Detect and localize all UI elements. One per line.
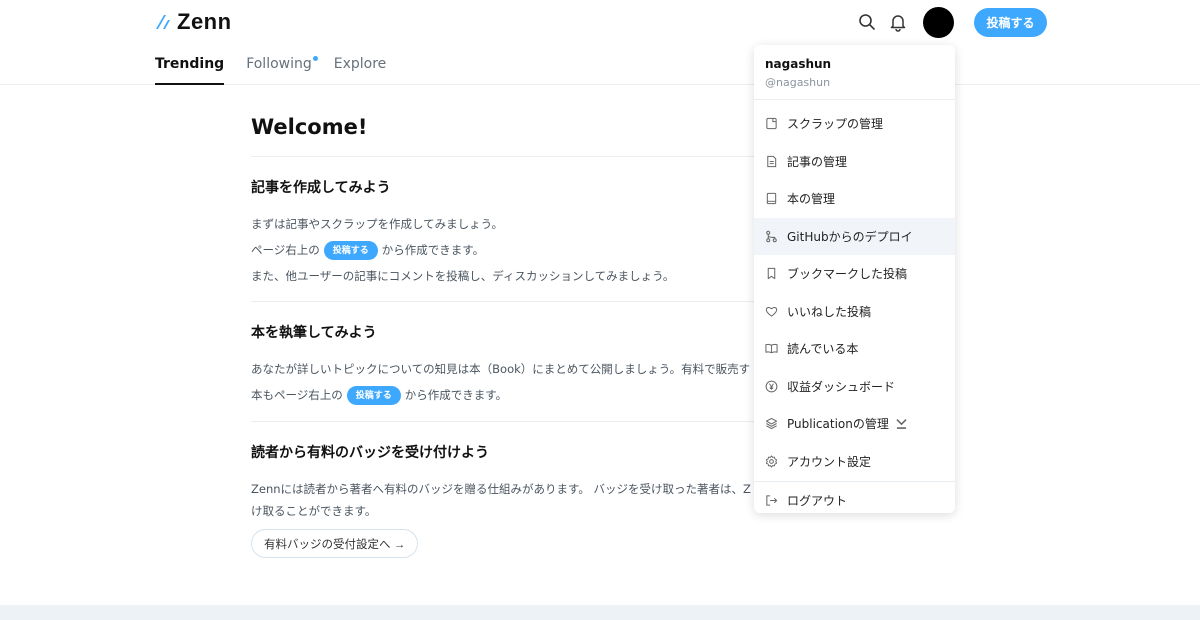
nav-tabs: Trending Following Explore [155,50,386,85]
menu-item-books[interactable]: 本の管理 [754,180,955,218]
section-title: 記事を作成してみよう [251,180,391,196]
tab-label: Following [246,56,312,72]
section-create-article: 記事を作成してみよう まずは記事やスクラップを作成してみましょう。 ページ右上の… [251,156,771,301]
avatar[interactable] [923,7,954,38]
inline-post-badge: 投稿する [346,386,401,405]
section-write-book: 本を執筆してみよう あなたが詳しいトピックについての知見は本（Book）にまとめ… [251,301,771,421]
bell-icon[interactable] [888,12,908,32]
menu-item-label: 読んでいる本 [787,342,859,357]
search-icon[interactable] [857,12,877,32]
menu-item-revenue-dashboard[interactable]: 収益ダッシュボード [754,368,955,406]
tab-explore[interactable]: Explore [334,50,387,85]
section-text: また、他ユーザーの記事にコメントを投稿し、ディスカッションしてみましょう。 [251,269,675,283]
menu-item-label: ログアウト [787,494,848,509]
badge-settings-button[interactable]: 有料バッジの受付設定へ → [251,529,419,558]
menu-item-label: 記事の管理 [787,154,848,169]
menu-item-likes[interactable]: いいねした投稿 [754,293,955,331]
menu-item-label: 本の管理 [787,192,836,207]
menu-username: nagashun [765,57,832,71]
chevron-down-icon[interactable] [895,417,908,430]
menu-handle: @nagashun [765,76,831,89]
footer-band [0,605,1200,620]
menu-item-label: ブックマークした投稿 [787,267,908,282]
layers-icon [765,418,778,430]
text-fragment: から作成できます。 [404,388,508,402]
menu-user-info[interactable]: nagashun @nagashun [754,45,955,100]
menu-item-label: スクラップの管理 [787,117,884,132]
tab-label: Explore [333,56,387,72]
zenn-logo[interactable]: Zenn [155,9,232,34]
text-fragment: から作成できます。 [381,243,485,257]
logo-text: Zenn [177,9,232,34]
page-title: Welcome! [251,115,368,139]
open-book-icon [765,344,778,354]
git-branch-icon [766,230,777,242]
text-fragment: 本もページ右上の [251,388,343,402]
section-title: 本を執筆してみよう [251,325,377,341]
menu-item-label: アカウント設定 [787,454,872,469]
tab-label: Trending [155,56,225,72]
new-indicator-dot [312,56,318,61]
gear-icon [765,455,778,468]
bookmark-icon [767,268,776,280]
zenn-logo-icon [156,15,170,29]
section-text-with-badge: 本もページ右上の 投稿する から作成できます。 [251,382,771,408]
menu-item-label: Publicationの管理 [787,417,889,432]
section-text: あなたが詳しいトピックについての知見は本（Book）にまとめて公開しましょう。有… [251,362,751,376]
scrap-icon [766,118,777,130]
menu-item-articles[interactable]: 記事の管理 [754,143,955,181]
logout-icon [766,495,778,506]
menu-item-label: GitHubからのデプロイ [787,229,913,244]
book-icon [766,193,777,205]
menu-item-account-settings[interactable]: アカウント設定 [754,443,955,481]
heart-icon [765,306,778,317]
section-text-with-badge: ページ右上の 投稿する から作成できます。 [251,237,771,263]
yen-icon [765,380,778,393]
header: Zenn Trending Following Explore 投稿する [0,0,1200,85]
user-dropdown-menu: nagashun @nagashun スクラップの管理 記事の管理 本の管理 G… [754,45,955,513]
menu-item-reading-books[interactable]: 読んでいる本 [754,330,955,368]
menu-item-publications[interactable]: Publicationの管理 [754,405,955,443]
tab-following[interactable]: Following [246,50,318,85]
tab-trending[interactable]: Trending [155,50,225,85]
post-button[interactable]: 投稿する [974,8,1047,37]
inline-post-badge: 投稿する [323,241,378,260]
menu-item-label: いいねした投稿 [787,304,872,319]
section-title: 読者から有料のバッジを受け付けよう [251,445,489,461]
welcome-content: Welcome! 記事を作成してみよう まずは記事やスクラップを作成してみましょ… [251,85,771,558]
section-text: まずは記事やスクラップを作成してみましょう。 [251,217,503,231]
document-icon [767,155,777,167]
menu-item-github-deploy[interactable]: GitHubからのデプロイ [754,217,955,255]
section-paid-badges: 読者から有料のバッジを受け付けよう Zennには読者から著者へ有料のバッジを贈る… [251,421,771,558]
menu-item-bookmarks[interactable]: ブックマークした投稿 [754,255,955,293]
menu-item-label: 収益ダッシュボード [787,379,896,394]
menu-item-scraps[interactable]: スクラップの管理 [754,105,955,143]
section-text: Zennには読者から著者へ有料のバッジを贈る仕組みがあります。 バッジを受け取っ… [251,482,751,496]
section-text: け取ることができます。 [251,504,377,518]
menu-item-logout[interactable]: ログアウト [754,482,955,513]
menu-list: スクラップの管理 記事の管理 本の管理 GitHubからのデプロイ ブックマーク… [754,100,955,513]
text-fragment: ページ右上の [251,243,320,257]
